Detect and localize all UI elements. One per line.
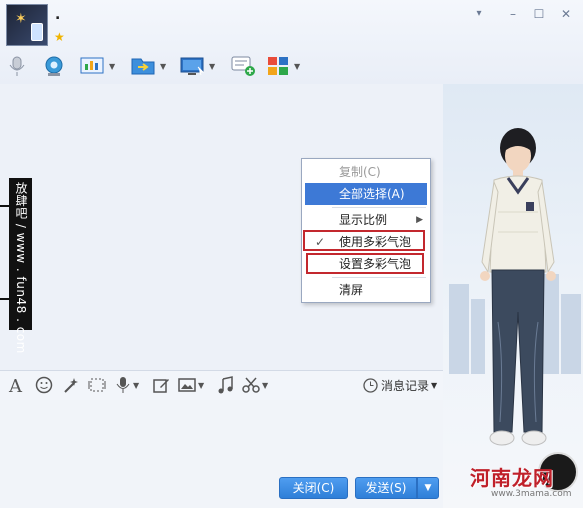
menu-item-copy[interactable]: 复制(C) bbox=[305, 161, 427, 183]
chevron-down-icon: ▼ bbox=[431, 380, 438, 390]
menu-item-clear-screen[interactable]: 清屏 bbox=[305, 279, 427, 301]
apps-button[interactable]: ▼ bbox=[267, 54, 300, 78]
menu-item-select-all[interactable]: 全部选择(A) bbox=[305, 183, 427, 205]
send-options-button[interactable]: ▼ bbox=[417, 477, 439, 499]
video-camera-icon bbox=[45, 56, 63, 76]
voice-icon bbox=[116, 377, 130, 393]
banner-marker bbox=[0, 205, 9, 207]
chevron-down-icon[interactable]: ▼ bbox=[209, 62, 215, 71]
highlight-box bbox=[303, 230, 425, 251]
remote-desktop-button[interactable]: ▼ bbox=[180, 54, 215, 78]
contact-avatar[interactable]: ✶ bbox=[6, 4, 48, 46]
image-icon bbox=[178, 378, 196, 392]
apps-grid-icon bbox=[268, 57, 288, 75]
vip-star-icon: ★ bbox=[54, 30, 65, 44]
magic-expression-button[interactable] bbox=[62, 376, 80, 394]
font-icon: A bbox=[8, 376, 23, 394]
chevron-down-icon[interactable]: ▼ bbox=[198, 381, 204, 390]
minimize-button[interactable]: – bbox=[504, 6, 522, 22]
firework-icon: ✶ bbox=[15, 11, 27, 27]
file-transfer-icon bbox=[131, 58, 155, 75]
font-button[interactable]: A bbox=[7, 376, 25, 394]
remote-desktop-icon bbox=[180, 57, 205, 76]
message-history-button[interactable]: 消息记录 ▼ bbox=[363, 376, 437, 394]
menu-item-label: 显示比例 bbox=[339, 213, 388, 227]
watermark-url: www.3mama.com bbox=[491, 489, 572, 499]
menu-separator bbox=[332, 207, 426, 208]
close-window-button[interactable]: ✕ bbox=[557, 6, 575, 22]
music-button[interactable] bbox=[217, 376, 235, 394]
banner-marker bbox=[0, 298, 9, 300]
window-menu-button[interactable]: ▾ bbox=[470, 6, 488, 22]
menu-item-zoom[interactable]: 显示比例 ▶ bbox=[305, 209, 427, 231]
highlight-box bbox=[306, 253, 424, 274]
contact-nickname: . bbox=[55, 7, 61, 23]
send-sms-button[interactable] bbox=[231, 54, 257, 78]
send-image-button[interactable]: ▼ bbox=[178, 376, 204, 394]
file-transfer-button[interactable]: ▼ bbox=[131, 54, 166, 78]
screen-share-icon bbox=[80, 57, 104, 74]
music-icon bbox=[218, 376, 233, 394]
menu-item-label: 全部选择(A) bbox=[339, 187, 405, 201]
scissors-icon bbox=[242, 377, 260, 393]
screenshot-scissors-button[interactable]: ▼ bbox=[242, 376, 268, 394]
voice-call-button[interactable] bbox=[7, 54, 27, 78]
chevron-down-icon[interactable]: ▼ bbox=[262, 381, 268, 390]
menu-item-label: 复制(C) bbox=[339, 165, 381, 179]
submenu-arrow-icon: ▶ bbox=[416, 215, 423, 225]
chevron-down-icon[interactable]: ▼ bbox=[294, 62, 300, 71]
chevron-down-icon[interactable]: ▼ bbox=[160, 62, 166, 71]
screen-capture-button[interactable] bbox=[88, 376, 106, 394]
chevron-down-icon[interactable]: ▼ bbox=[109, 62, 115, 71]
watermark-banner-text: 放肆吧 / www . fun48 . com bbox=[14, 182, 28, 354]
watermark-banner: 放肆吧 / www . fun48 . com bbox=[9, 178, 32, 354]
video-call-button[interactable] bbox=[42, 54, 66, 78]
emoji-button[interactable] bbox=[35, 376, 53, 394]
skyline-building bbox=[449, 284, 469, 374]
watermark-text: 河南龙网 bbox=[470, 466, 554, 490]
emoji-icon bbox=[35, 376, 53, 394]
screen-capture-icon bbox=[88, 378, 106, 392]
message-history-label: 消息记录 bbox=[381, 378, 430, 393]
screen-share-button[interactable]: ▼ bbox=[80, 54, 115, 78]
microphone-icon bbox=[9, 56, 25, 76]
maximize-button[interactable]: ☐ bbox=[530, 6, 548, 22]
menu-separator bbox=[332, 277, 426, 278]
mobile-online-icon bbox=[31, 23, 43, 41]
chevron-down-icon: ▼ bbox=[424, 483, 432, 493]
avatar-figure bbox=[480, 128, 556, 446]
close-button[interactable]: 关闭(C) bbox=[279, 477, 348, 499]
edit-icon bbox=[153, 379, 169, 393]
voice-message-button[interactable]: ▼ bbox=[115, 376, 139, 394]
avatar-show-panel bbox=[443, 84, 583, 508]
magic-wand-icon bbox=[64, 378, 78, 393]
send-sms-icon bbox=[231, 56, 255, 76]
send-button[interactable]: 发送(S) bbox=[355, 477, 417, 499]
svg-text:A: A bbox=[8, 376, 23, 394]
chevron-down-icon[interactable]: ▼ bbox=[133, 381, 139, 390]
doodle-button[interactable] bbox=[152, 376, 170, 394]
clock-icon bbox=[363, 377, 378, 393]
menu-item-label: 清屏 bbox=[339, 283, 364, 297]
